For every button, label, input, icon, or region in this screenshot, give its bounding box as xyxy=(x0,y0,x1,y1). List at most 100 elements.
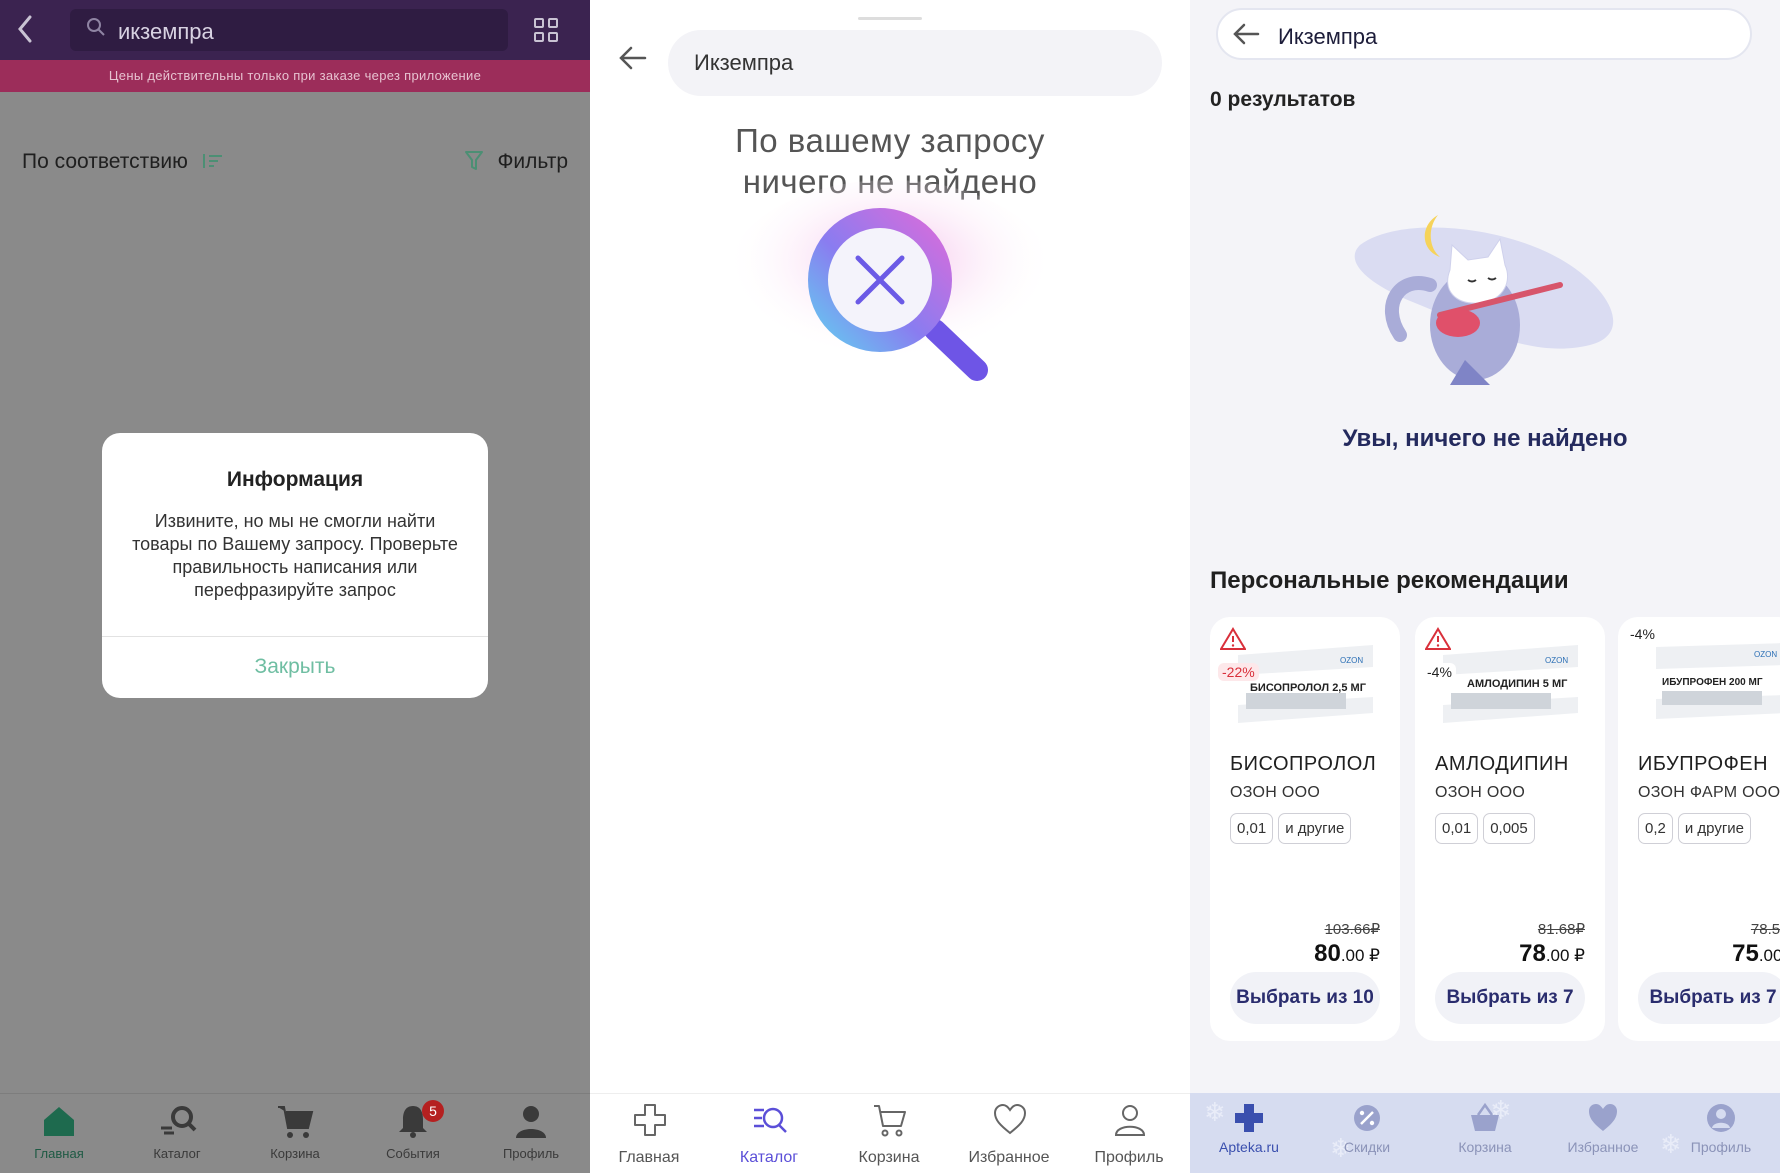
cat-guitar-moon-illustration xyxy=(1354,215,1614,385)
nav-favorites[interactable]: Избранное xyxy=(1544,1093,1662,1173)
nav-cart[interactable]: Корзина xyxy=(236,1094,354,1173)
old-price: 78.53₽ xyxy=(1750,921,1780,938)
discount-badge: -22% xyxy=(1218,663,1259,681)
close-button[interactable]: Закрыть xyxy=(102,636,488,698)
product-maker: ОЗОН ООО xyxy=(1230,784,1321,801)
result-count: 0 результатов xyxy=(1210,88,1356,111)
nav-basket[interactable]: Корзина xyxy=(1426,1093,1544,1173)
search-input[interactable]: Икземпра xyxy=(1216,8,1752,60)
dosage-tag[interactable]: 0,01 xyxy=(1230,813,1274,844)
nav-label: Каталог xyxy=(153,1146,201,1161)
nav-label: События xyxy=(386,1146,440,1161)
search-screen-purple-app: Икземпра По вашему запросу ничего не най… xyxy=(590,0,1190,1173)
product-maker: ОЗОН ФАРМ ООО xyxy=(1638,784,1780,801)
catalog-search-icon xyxy=(161,1106,197,1135)
price: 80.00 ₽ xyxy=(1314,940,1380,968)
no-results-magnifier-icon xyxy=(725,180,1055,381)
discount-badge-icon xyxy=(1354,1105,1380,1131)
choose-button[interactable]: Выбрать из 10 xyxy=(1230,972,1380,1024)
sort-icon[interactable] xyxy=(202,153,224,169)
search-icon xyxy=(87,18,105,36)
sheet-handle[interactable] xyxy=(858,17,922,20)
basket-icon xyxy=(1471,1102,1499,1131)
nav-catalog[interactable]: Каталог xyxy=(710,1094,828,1173)
nav-label: Apteka.ru xyxy=(1219,1139,1279,1155)
back-arrow-icon[interactable] xyxy=(16,14,34,50)
back-arrow-icon[interactable] xyxy=(618,44,648,72)
product-card[interactable]: БИСОПРОЛОЛ 2,5 МГ OZON -22% БИСОПРОЛОЛ ОЗ… xyxy=(1210,617,1400,1041)
nav-home[interactable]: Главная xyxy=(0,1094,118,1173)
bottom-nav: Главная Каталог Корзина 5 События Профил… xyxy=(0,1093,590,1173)
price-main: 80 xyxy=(1314,940,1341,967)
heart-icon xyxy=(1589,1104,1617,1131)
nav-cart[interactable]: Корзина xyxy=(830,1094,948,1173)
profile-icon xyxy=(1707,1104,1735,1132)
dosage-tag[interactable]: 0,01 xyxy=(1435,813,1479,844)
nav-apteka[interactable]: Apteka.ru xyxy=(1190,1093,1308,1173)
back-arrow-icon[interactable] xyxy=(1232,22,1260,46)
old-price: 81.68₽ xyxy=(1537,921,1585,938)
svg-text:OZON: OZON xyxy=(1545,656,1568,665)
search-input[interactable]: Икземпра xyxy=(668,30,1162,96)
filter-button[interactable]: Фильтр xyxy=(497,150,568,174)
nav-label: Избранное xyxy=(1567,1139,1639,1155)
nav-discounts[interactable]: Скидки xyxy=(1308,1093,1426,1173)
bottom-nav: ❄ ❄ ❄ ❄ Apteka.ru Скидки Корзина Избранн… xyxy=(1190,1093,1780,1173)
product-maker: ОЗОН ООО xyxy=(1435,784,1526,801)
price-cents: .00 ₽ xyxy=(1545,946,1585,965)
dosage-tags: 0,01 и другие xyxy=(1230,813,1356,844)
product-name: БИСОПРОЛОЛ xyxy=(1230,753,1377,775)
dosage-tag[interactable]: 0,2 xyxy=(1638,813,1673,844)
dosage-tag[interactable]: и другие xyxy=(1677,813,1752,844)
product-box-image: БИСОПРОЛОЛ 2,5 МГ OZON xyxy=(1238,645,1373,723)
top-bar: икземпра xyxy=(0,0,590,60)
nav-favorites[interactable]: Избранное xyxy=(950,1094,1068,1173)
price: 78.00 ₽ xyxy=(1519,940,1585,968)
dialog-title: Информация xyxy=(226,468,364,491)
profile-icon xyxy=(516,1106,546,1138)
dosage-tag[interactable]: и другие xyxy=(1278,813,1352,844)
grid-view-icon[interactable] xyxy=(534,18,560,44)
dosage-tags: 0,2 и другие xyxy=(1638,813,1756,844)
nav-label: Главная xyxy=(34,1146,84,1161)
nav-label: Корзина xyxy=(858,1149,920,1166)
profile-icon xyxy=(1114,1105,1146,1136)
product-box-image: АМЛОДИПИН 5 МГ OZON xyxy=(1443,645,1578,723)
choose-button[interactable]: Выбрать из 7 xyxy=(1638,972,1780,1024)
nav-profile[interactable]: Профиль xyxy=(1662,1093,1780,1173)
product-card[interactable]: ИБУПРОФЕН 200 МГ OZON -4% ИБУПРОФЕН ОЗОН … xyxy=(1618,617,1780,1041)
nav-profile[interactable]: Профиль xyxy=(472,1094,590,1173)
nav-profile[interactable]: Профиль xyxy=(1070,1094,1188,1173)
svg-text:OZON: OZON xyxy=(1754,650,1777,659)
nav-label: Избранное xyxy=(968,1149,1050,1166)
nav-events[interactable]: 5 События xyxy=(354,1094,472,1173)
cart-icon xyxy=(874,1105,906,1137)
price-main: 75 xyxy=(1732,940,1759,967)
price: 75.00 ₽ xyxy=(1732,940,1780,968)
search-input[interactable]: икземпра xyxy=(70,9,508,51)
search-value: икземпра xyxy=(118,19,214,44)
empty-title-line: По вашему запросу xyxy=(735,122,1045,159)
nav-label: Скидки xyxy=(1343,1139,1391,1155)
info-dialog: Информация Извините, но мы не смогли най… xyxy=(102,433,488,698)
sort-selector[interactable]: По соответствию xyxy=(22,150,188,174)
nav-label: Профиль xyxy=(502,1146,560,1161)
filter-icon[interactable] xyxy=(464,150,484,172)
price-cents: .00 ₽ xyxy=(1340,946,1380,965)
recommendations-title: Персональные рекомендации xyxy=(1210,567,1569,594)
plus-cross-icon xyxy=(634,1104,666,1136)
heart-icon xyxy=(993,1103,1027,1135)
nav-catalog[interactable]: Каталог xyxy=(118,1094,236,1173)
search-screen-apteka-app: Икземпра 0 результатов Увы, ничего не на… xyxy=(1190,0,1780,1173)
search-value: Икземпра xyxy=(1278,24,1378,49)
nav-home[interactable]: Главная xyxy=(590,1094,708,1173)
medical-cross-icon xyxy=(1235,1104,1263,1132)
dosage-tag[interactable]: 0,005 xyxy=(1483,813,1535,844)
choose-button[interactable]: Выбрать из 7 xyxy=(1435,972,1585,1024)
warning-icon xyxy=(1425,627,1451,650)
dosage-tags: 0,01 0,005 xyxy=(1435,813,1540,844)
product-name: ИБУПРОФЕН xyxy=(1638,753,1769,775)
dialog-message: Извините, но мы не смогли найти товары п… xyxy=(132,511,458,600)
product-card[interactable]: АМЛОДИПИН 5 МГ OZON -4% АМЛОДИПИН ОЗОН ОО… xyxy=(1415,617,1605,1041)
nav-label: Главная xyxy=(618,1149,680,1166)
